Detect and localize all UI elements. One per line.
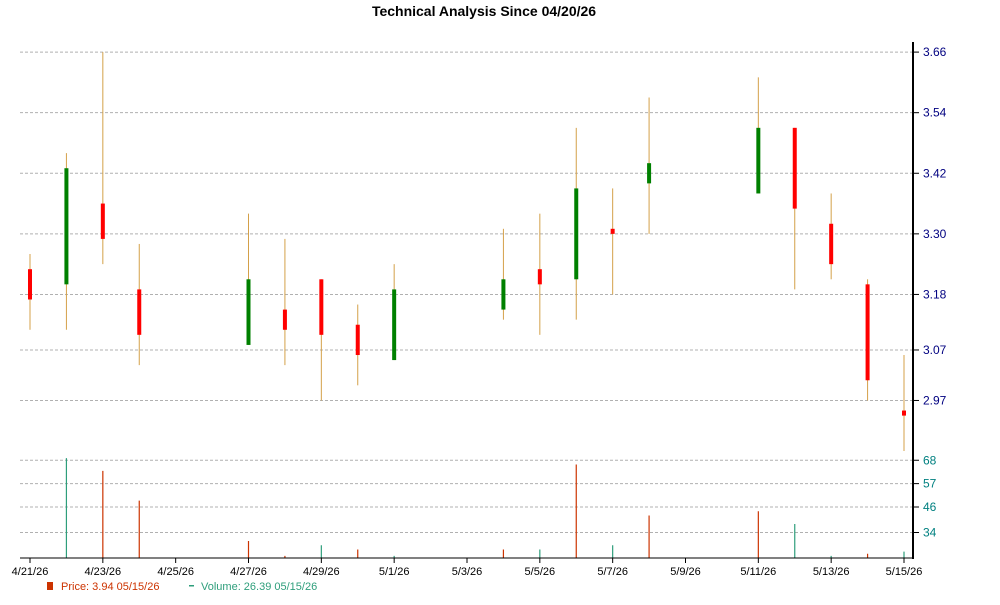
x-tick-label: 5/15/26: [886, 566, 923, 578]
legend: Price: 3.94 05/15/26 Volume: 26.39 05/15…: [47, 581, 317, 593]
x-tick-label: 4/29/26: [303, 566, 340, 578]
candle-body: [574, 188, 579, 280]
price-legend-swatch: [47, 582, 53, 590]
x-tick-label: 4/27/26: [230, 566, 267, 578]
candle-body: [100, 203, 105, 239]
price-gridlines: [20, 51, 913, 401]
x-tick-label: 4/21/26: [12, 566, 49, 578]
x-tick-label: 5/5/26: [525, 566, 556, 578]
candle: [574, 127, 579, 320]
candle: [537, 213, 542, 335]
x-axis-ticks: 4/21/26 4/23/26 4/25/26 4/27/26 4/29/26 5/1/2…: [12, 558, 923, 578]
price-tick-label: 3.42: [923, 166, 947, 180]
candle: [355, 304, 360, 386]
candle-body: [829, 223, 834, 265]
volume-tick-label: 68: [923, 453, 937, 467]
candle-body: [28, 269, 32, 300]
x-tick-label: 5/1/26: [379, 566, 410, 578]
candle: [246, 213, 251, 345]
price-tick-label: 3.30: [923, 227, 947, 241]
price-candles: [28, 52, 906, 451]
chart-title: Technical Analysis Since 04/20/26: [372, 3, 596, 19]
volume-y-ticks: 68 57 46 34: [913, 453, 937, 540]
price-tick-label: 2.97: [923, 393, 947, 407]
volume-tick-label: 46: [923, 500, 937, 514]
x-tick-label: 4/25/26: [157, 566, 194, 578]
candle-body: [865, 284, 870, 381]
price-tick-label: 3.18: [923, 287, 947, 301]
candle: [829, 193, 834, 280]
candle-body: [902, 410, 906, 416]
x-tick-label: 5/3/26: [452, 566, 483, 578]
candle-body: [647, 163, 652, 184]
volume-bars: [65, 458, 905, 558]
candle-body: [756, 127, 761, 194]
candle: [792, 127, 797, 290]
volume-legend-label: Volume: 26.39 05/15/26: [201, 581, 317, 593]
candle: [865, 279, 870, 401]
candle: [64, 153, 69, 330]
x-tick-label: 5/11/26: [740, 566, 776, 578]
x-tick-label: 5/13/26: [813, 566, 850, 578]
candle-body: [355, 324, 360, 356]
candle-body: [64, 168, 69, 285]
candle-body: [282, 309, 287, 330]
price-tick-label: 3.54: [923, 106, 947, 120]
candle: [756, 77, 761, 194]
price-legend-label: Price: 3.94 05/15/26: [61, 581, 159, 593]
candle: [501, 228, 506, 320]
candle: [392, 264, 397, 361]
technical-analysis-chart: Technical Analysis Since 04/20/26 3.66 3.…: [0, 0, 1000, 600]
candle-body: [392, 289, 397, 361]
x-tick-label: 5/7/26: [597, 566, 628, 578]
candle: [647, 97, 652, 234]
price-tick-label: 3.07: [923, 343, 947, 357]
volume-tick-label: 34: [923, 526, 937, 540]
candle-body: [537, 269, 542, 285]
candle-body: [319, 279, 324, 335]
candle: [100, 52, 105, 265]
candle: [282, 238, 287, 366]
candle: [137, 243, 142, 366]
candle: [610, 188, 615, 295]
candle-body: [610, 228, 615, 234]
price-y-ticks: 3.66 3.54 3.42 3.30 3.18 3.07 2.97: [913, 45, 947, 407]
candle: [28, 254, 32, 330]
x-tick-label: 4/23/26: [84, 566, 121, 578]
candle-body: [501, 279, 506, 310]
volume-gridlines: [20, 459, 913, 533]
volume-tick-label: 57: [923, 477, 937, 491]
candle-body: [792, 127, 797, 209]
x-tick-label: 5/9/26: [670, 566, 701, 578]
candle-body: [137, 289, 142, 335]
candle: [319, 279, 324, 401]
candle: [902, 355, 906, 451]
candle-body: [246, 279, 251, 345]
chart-canvas: Technical Analysis Since 04/20/26 3.663.…: [12, 3, 947, 593]
price-tick-label: 3.66: [923, 45, 947, 59]
volume-legend-swatch: [189, 585, 194, 587]
